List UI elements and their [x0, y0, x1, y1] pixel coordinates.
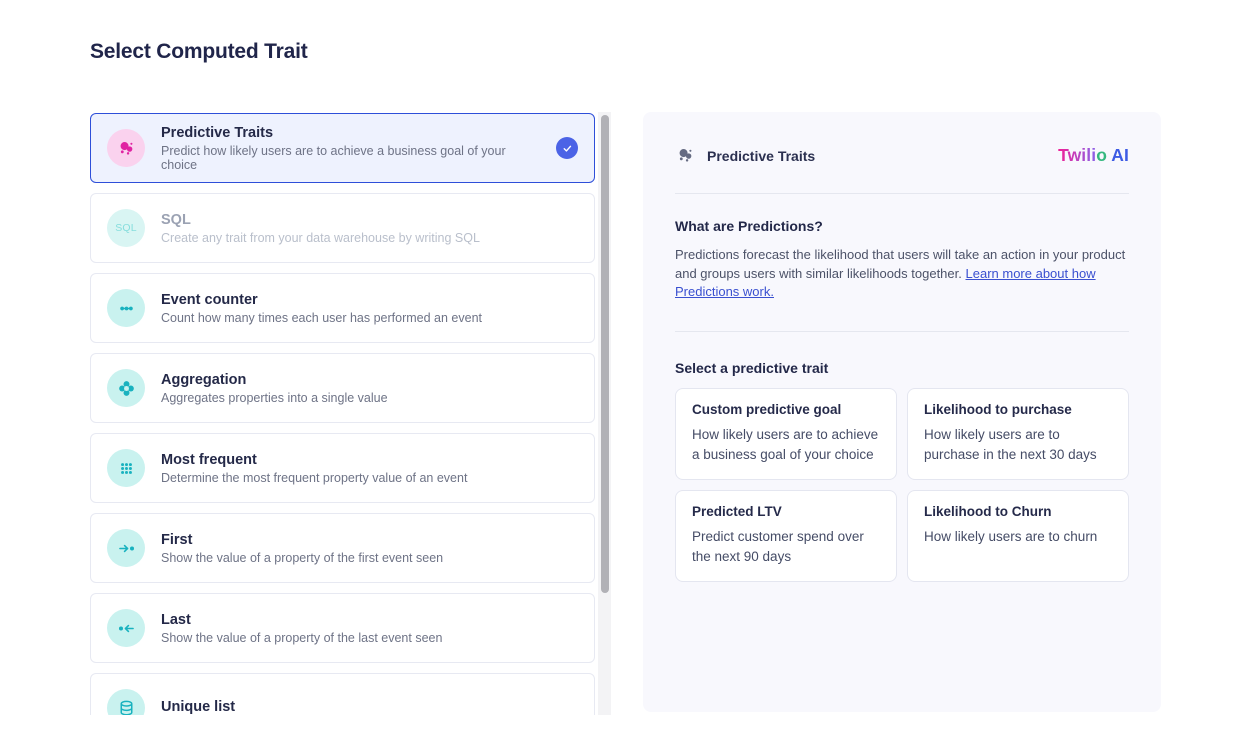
trait-list-item-event-counter[interactable]: Event counter Count how many times each …: [90, 273, 595, 343]
trait-list-item-first[interactable]: First Show the value of a property of th…: [90, 513, 595, 583]
scrollbar-track[interactable]: [598, 112, 611, 715]
trait-list-item-last[interactable]: Last Show the value of a property of the…: [90, 593, 595, 663]
brand-text-ai: AI: [1107, 145, 1129, 165]
trait-detail-panel: Predictive Traits Twilio AI What are Pre…: [643, 112, 1161, 712]
trait-item-description: Predict how likely users are to achieve …: [161, 144, 540, 172]
icon-label: SQL: [115, 222, 137, 234]
card-description: How likely users are to achieve a busine…: [692, 425, 880, 465]
twilio-ai-logo: Twilio AI: [1058, 145, 1129, 166]
splatter-icon: [107, 129, 145, 167]
trait-item-description: Determine the most frequent property val…: [161, 471, 467, 485]
card-title: Custom predictive goal: [692, 402, 880, 417]
scrollbar-thumb[interactable]: [601, 115, 609, 593]
predictive-trait-card-predicted-ltv[interactable]: Predicted LTV Predict customer spend ove…: [675, 490, 897, 582]
card-title: Likelihood to Churn: [924, 504, 1112, 519]
predictive-trait-card-likelihood-to-purchase[interactable]: Likelihood to purchase How likely users …: [907, 388, 1129, 480]
trait-item-title: SQL: [161, 212, 480, 228]
trait-item-title: Aggregation: [161, 372, 388, 388]
aggregation-flower-icon: [107, 369, 145, 407]
splatter-icon: [675, 145, 696, 166]
arrow-into-dot-icon: [107, 529, 145, 567]
trait-list-item-predictive-traits[interactable]: Predictive Traits Predict how likely use…: [90, 113, 595, 183]
predictive-trait-card-grid: Custom predictive goal How likely users …: [675, 388, 1129, 582]
select-predictive-trait-section: Select a predictive trait Custom predict…: [675, 332, 1129, 582]
trait-item-title: Last: [161, 612, 442, 628]
predictive-trait-card-likelihood-to-churn[interactable]: Likelihood to Churn How likely users are…: [907, 490, 1129, 582]
trait-item-title: Predictive Traits: [161, 125, 540, 141]
brand-text-twili: Twili: [1058, 145, 1096, 165]
trait-item-title: Event counter: [161, 292, 482, 308]
trait-list-item-sql[interactable]: SQL SQL Create any trait from your data …: [90, 193, 595, 263]
database-icon: [107, 689, 145, 715]
brand-text-o: o: [1096, 145, 1107, 165]
trait-list-item-unique-list[interactable]: Unique list: [90, 673, 595, 715]
panel-title: Predictive Traits: [707, 148, 815, 164]
trait-item-description: Show the value of a property of the firs…: [161, 551, 443, 565]
predictive-trait-card-custom-predictive-goal[interactable]: Custom predictive goal How likely users …: [675, 388, 897, 480]
trait-list-item-aggregation[interactable]: Aggregation Aggregates properties into a…: [90, 353, 595, 423]
card-description: Predict customer spend over the next 90 …: [692, 527, 880, 567]
trait-list: Predictive Traits Predict how likely use…: [90, 113, 595, 715]
card-description: How likely users are to churn: [924, 527, 1112, 547]
about-heading: What are Predictions?: [675, 218, 1129, 234]
card-title: Likelihood to purchase: [924, 402, 1112, 417]
trait-item-description: Show the value of a property of the last…: [161, 631, 442, 645]
dot-arrow-left-icon: [107, 609, 145, 647]
about-body: Predictions forecast the likelihood that…: [675, 246, 1129, 302]
trait-item-description: Aggregates properties into a single valu…: [161, 391, 388, 405]
panel-header: Predictive Traits Twilio AI: [675, 112, 1129, 194]
select-section-heading: Select a predictive trait: [675, 360, 1129, 376]
about-predictions-section: What are Predictions? Predictions foreca…: [675, 194, 1129, 332]
trait-item-description: Create any trait from your data warehous…: [161, 231, 480, 245]
trait-item-title: Unique list: [161, 699, 235, 715]
trait-item-description: Count how many times each user has perfo…: [161, 311, 482, 325]
sql-badge-icon: SQL: [107, 209, 145, 247]
grid-dots-icon: [107, 449, 145, 487]
trait-list-item-most-frequent[interactable]: Most frequent Determine the most frequen…: [90, 433, 595, 503]
page-title: Select Computed Trait: [90, 40, 308, 64]
card-title: Predicted LTV: [692, 504, 880, 519]
trait-item-title: Most frequent: [161, 452, 467, 468]
selected-check-icon: [556, 137, 578, 159]
ellipsis-dots-icon: [107, 289, 145, 327]
select-computed-trait-page: Select Computed Trait Predictive Traits …: [0, 0, 1258, 750]
trait-item-title: First: [161, 532, 443, 548]
card-description: How likely users are to purchase in the …: [924, 425, 1112, 465]
